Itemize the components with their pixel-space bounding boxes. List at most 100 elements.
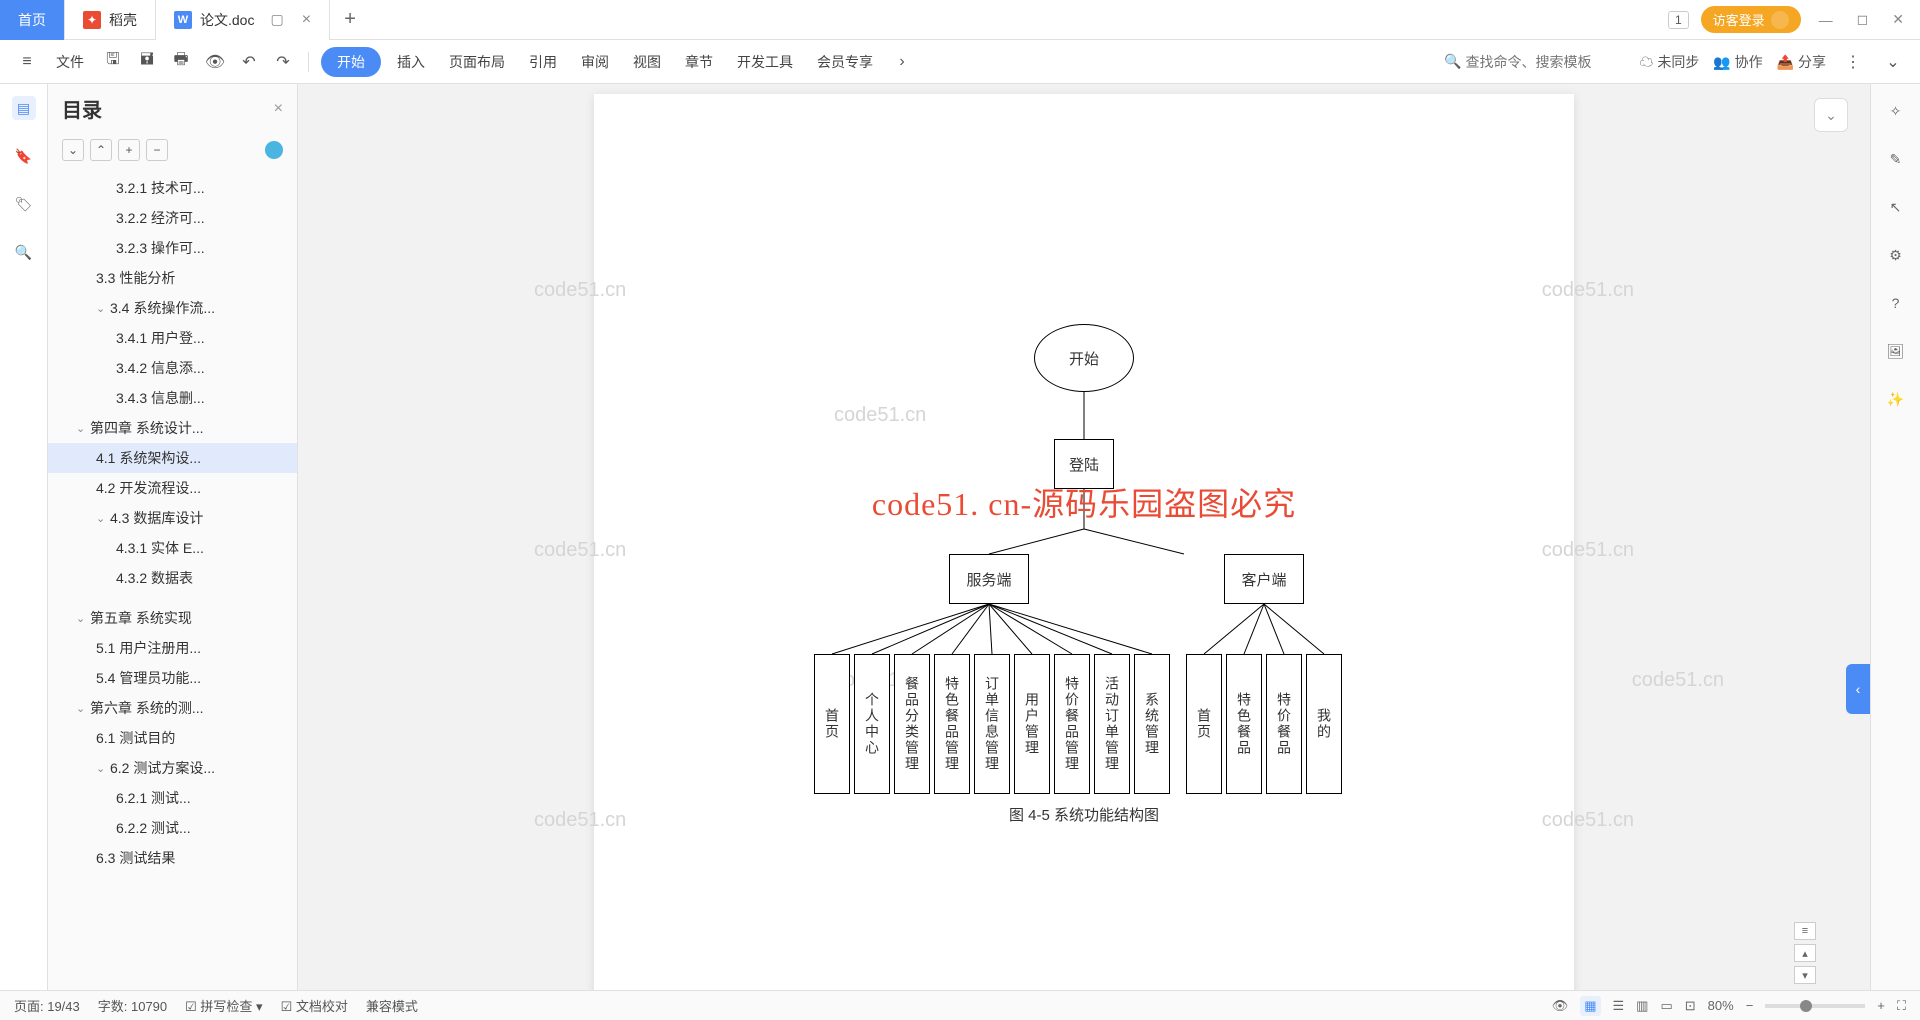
tab-home[interactable]: 首页	[0, 0, 65, 40]
read-view-icon[interactable]: ▭	[1660, 998, 1672, 1014]
menu-chapter[interactable]: 章节	[677, 48, 721, 76]
toc-item[interactable]: 3.2.3 操作可...	[48, 233, 297, 263]
search-input[interactable]	[1465, 54, 1625, 70]
toc-item[interactable]: 4.3.2 数据表	[48, 563, 297, 593]
web-view-icon[interactable]: ▥	[1636, 998, 1648, 1014]
presentation-icon[interactable]: ▢	[270, 11, 283, 28]
save-icon[interactable]: 🖫	[100, 49, 126, 75]
doc-proof[interactable]: ☑ 文档校对	[281, 996, 348, 1015]
save-as-icon[interactable]: 🖬	[134, 49, 160, 75]
search-panel-icon[interactable]: 🔍	[12, 240, 36, 264]
page-view-icon[interactable]: ▦	[1580, 996, 1600, 1016]
menu-review[interactable]: 审阅	[573, 48, 617, 76]
zoom-fit-icon[interactable]: ⊡	[1685, 998, 1696, 1014]
zoom-out-icon[interactable]: −	[1746, 998, 1754, 1013]
compat-mode[interactable]: 兼容模式	[366, 996, 418, 1015]
chevron-down-icon[interactable]: ⌄	[96, 762, 110, 775]
sparkle-icon[interactable]: ✨	[1883, 386, 1909, 412]
toc-item[interactable]: 6.2.2 测试...	[48, 813, 297, 843]
outline-view-icon[interactable]: ☰	[1613, 998, 1625, 1014]
scroll-up-icon[interactable]: ▴	[1794, 944, 1816, 962]
clipboard-icon[interactable]: 🔖	[12, 144, 36, 168]
toc-item[interactable]: 6.2.1 测试...	[48, 783, 297, 813]
collapse-ribbon-icon[interactable]: ⌄	[1880, 49, 1906, 75]
more-menu-icon[interactable]: ›	[889, 49, 915, 75]
zoom-in-icon[interactable]: +	[1877, 998, 1885, 1013]
toc-item[interactable]: ⌄4.3 数据库设计	[48, 503, 297, 533]
page-indicator[interactable]: 页面: 19/43	[14, 996, 80, 1015]
menu-dev[interactable]: 开发工具	[729, 48, 801, 76]
tab-daoke[interactable]: ✦稻壳	[65, 0, 156, 40]
toc-item[interactable]: ⌄第四章 系统设计...	[48, 413, 297, 443]
menu-insert[interactable]: 插入	[389, 48, 433, 76]
close-outline-icon[interactable]: ×	[274, 100, 283, 118]
image-icon[interactable]: 🖼	[1883, 338, 1909, 364]
toc-item[interactable]: 3.2.1 技术可...	[48, 173, 297, 203]
word-count[interactable]: 字数: 10790	[98, 996, 167, 1015]
menu-layout[interactable]: 页面布局	[441, 48, 513, 76]
spell-check[interactable]: ☑ 拼写检查 ▾	[185, 996, 262, 1015]
menu-file[interactable]: 文件	[48, 48, 92, 76]
chevron-down-icon[interactable]: ⌄	[96, 302, 110, 315]
tab-document[interactable]: W 论文.doc ▢ ×	[156, 0, 330, 40]
menu-start[interactable]: 开始	[321, 47, 381, 77]
expand-all-icon[interactable]: ⌃	[90, 139, 112, 161]
close-window-button[interactable]: ✕	[1886, 11, 1910, 28]
toc-item[interactable]: 3.3 性能分析	[48, 263, 297, 293]
scroll-marker-icon[interactable]: ≡	[1794, 922, 1816, 940]
settings-slider-icon[interactable]: ⚙	[1883, 242, 1909, 268]
undo-icon[interactable]: ↶	[236, 49, 262, 75]
compass-icon[interactable]: ✧	[1883, 98, 1909, 124]
help-icon[interactable]: ?	[1883, 290, 1909, 316]
chevron-down-icon[interactable]: ⌄	[76, 422, 90, 435]
outline-tab-icon[interactable]: ▤	[12, 96, 36, 120]
toc-item[interactable]: 4.1 系统架构设...	[48, 443, 297, 473]
maximize-button[interactable]: ◻	[1851, 11, 1875, 28]
add-tab-button[interactable]: +	[330, 8, 370, 31]
toc-item[interactable]: 5.1 用户注册用...	[48, 633, 297, 663]
collapse-all-icon[interactable]: ⌄	[62, 139, 84, 161]
menu-reference[interactable]: 引用	[521, 48, 565, 76]
add-level-icon[interactable]: +	[118, 139, 140, 161]
toc-item[interactable]: ⌄3.4 系统操作流...	[48, 293, 297, 323]
sync-status[interactable]: ☁ 未同步	[1639, 52, 1699, 72]
scroll-down-icon[interactable]: ▾	[1794, 966, 1816, 984]
toc-item[interactable]: 4.2 开发流程设...	[48, 473, 297, 503]
print-icon[interactable]: 🖶	[168, 49, 194, 75]
menu-view[interactable]: 视图	[625, 48, 669, 76]
chevron-down-icon[interactable]: ⌄	[76, 612, 90, 625]
menu-vip[interactable]: 会员专享	[809, 48, 881, 76]
cursor-icon[interactable]: ↖	[1883, 194, 1909, 220]
close-icon[interactable]: ×	[302, 11, 311, 29]
zoom-level[interactable]: 80%	[1708, 998, 1734, 1013]
login-button[interactable]: 访客登录	[1701, 6, 1801, 33]
toc-item[interactable]: 4.3.1 实体 E...	[48, 533, 297, 563]
page-options-icon[interactable]: ⌄	[1814, 98, 1848, 132]
toc-item[interactable]: ⌄第六章 系统的测...	[48, 693, 297, 723]
fullscreen-icon[interactable]: ⛶	[1897, 998, 1906, 1014]
toc-item[interactable]: ⌄第五章 系统实现	[48, 603, 297, 633]
print-preview-icon[interactable]: 👁	[202, 49, 228, 75]
search-box[interactable]: 🔍	[1444, 53, 1625, 70]
redo-icon[interactable]: ↷	[270, 49, 296, 75]
minimize-button[interactable]: —	[1813, 12, 1839, 28]
share-button[interactable]: 📤 分享	[1777, 52, 1826, 72]
outline-settings-icon[interactable]	[265, 141, 283, 159]
toc-item[interactable]: 3.2.2 经济可...	[48, 203, 297, 233]
notification-badge[interactable]: 1	[1668, 11, 1689, 29]
chevron-down-icon[interactable]: ⌄	[96, 512, 110, 525]
document-canvas[interactable]: code51.cn code51.cn code51.cn code51.cn …	[298, 84, 1870, 990]
eye-icon[interactable]: 👁	[1552, 998, 1569, 1014]
bookmark-icon[interactable]: 🏷	[12, 192, 36, 216]
toc-item[interactable]: 5.4 管理员功能...	[48, 663, 297, 693]
hamburger-icon[interactable]: ≡	[14, 49, 40, 75]
toc-item[interactable]: 6.3 测试结果	[48, 843, 297, 873]
toc-item[interactable]: 3.4.3 信息删...	[48, 383, 297, 413]
kebab-icon[interactable]: ⋮	[1840, 49, 1866, 75]
toc-item[interactable]	[48, 593, 297, 603]
chevron-down-icon[interactable]: ⌄	[76, 702, 90, 715]
remove-level-icon[interactable]: −	[146, 139, 168, 161]
pen-icon[interactable]: ✎	[1883, 146, 1909, 172]
side-handle-icon[interactable]: ‹	[1846, 664, 1870, 714]
collab-button[interactable]: 👥 协作	[1713, 52, 1762, 72]
